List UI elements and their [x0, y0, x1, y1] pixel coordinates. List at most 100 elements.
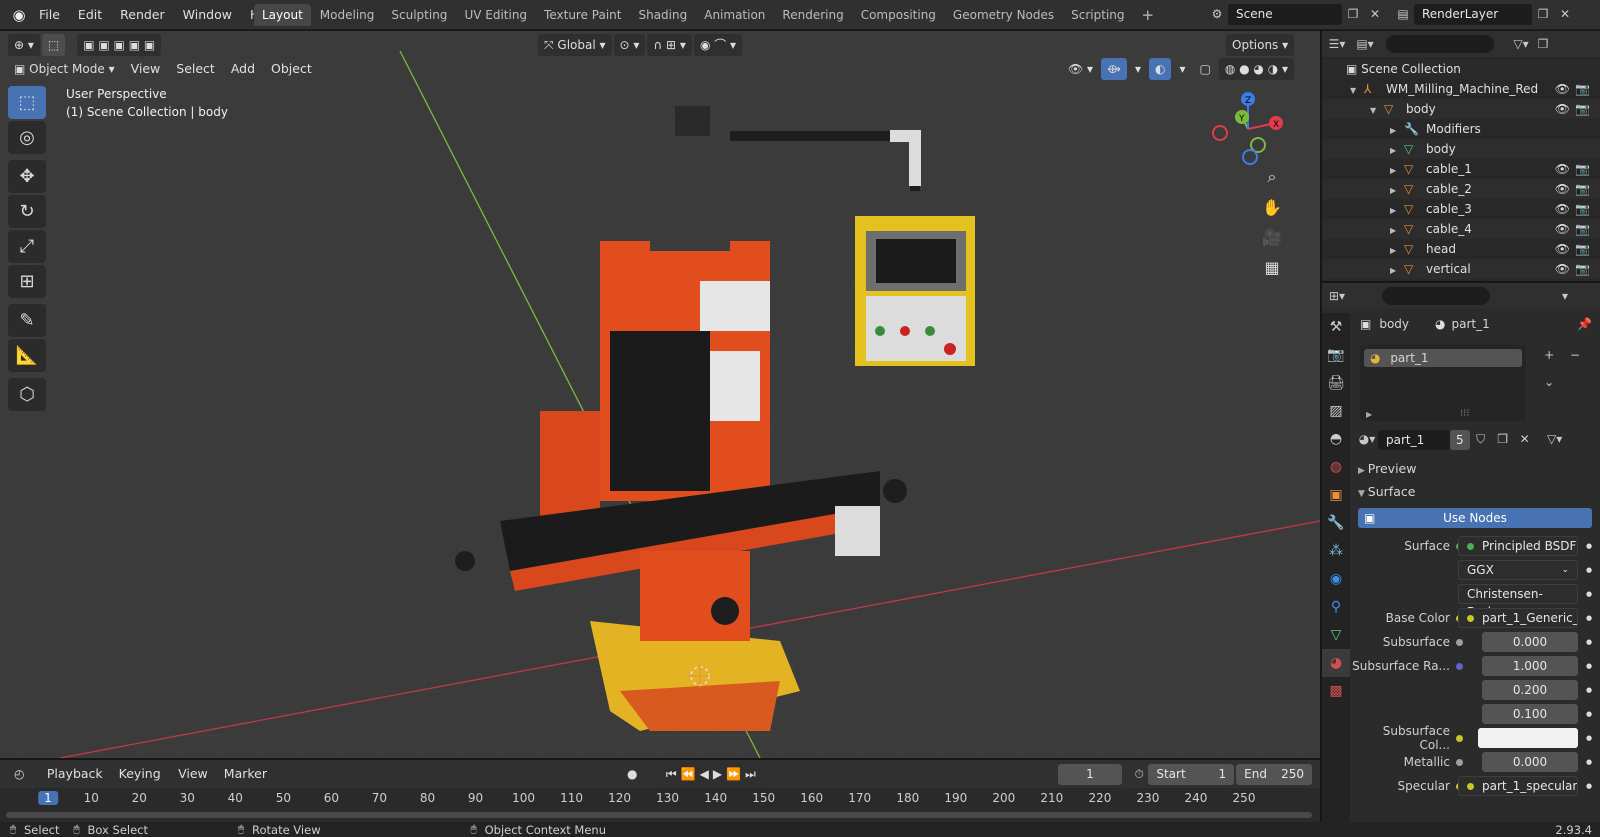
- blender-logo-icon[interactable]: ◉: [8, 6, 30, 24]
- outliner-item[interactable]: ▶ ▽ cable_2 👁 📷: [1322, 179, 1600, 199]
- mode-dropdown[interactable]: ▣ Object Mode ▾: [8, 58, 121, 80]
- render-camera-icon[interactable]: 📷: [1575, 179, 1590, 199]
- render-camera-icon[interactable]: 📷: [1575, 79, 1590, 99]
- animate-property-icon[interactable]: ●: [1586, 686, 1592, 694]
- outliner-item[interactable]: ▶ ▽ cable_4 👁 📷: [1322, 219, 1600, 239]
- tab-texture-paint[interactable]: Texture Paint: [536, 4, 629, 26]
- outliner-item[interactable]: ▶ ▽ head 👁 📷: [1322, 239, 1600, 259]
- menu-render[interactable]: Render: [111, 3, 174, 27]
- start-frame-field[interactable]: Start 1: [1148, 763, 1235, 785]
- tab-modeling[interactable]: Modeling: [312, 4, 383, 26]
- display-mode-icon[interactable]: ▤▾: [1354, 34, 1376, 55]
- navigation-gizmo[interactable]: X Y Z: [1210, 87, 1290, 167]
- scene-field[interactable]: Scene: [1228, 4, 1342, 25]
- render-camera-icon[interactable]: 📷: [1575, 259, 1590, 279]
- render-tab-icon[interactable]: 📷: [1322, 341, 1350, 369]
- expand-arrow-icon[interactable]: ▶: [1390, 261, 1404, 281]
- animate-property-icon[interactable]: ●: [1586, 782, 1592, 790]
- animate-property-icon[interactable]: ●: [1586, 758, 1592, 766]
- tool-tab-icon[interactable]: ⚒: [1322, 313, 1350, 341]
- add-workspace-icon[interactable]: +: [1134, 4, 1163, 26]
- output-tab-icon[interactable]: 🖨: [1322, 369, 1350, 397]
- expand-arrow-icon[interactable]: ▶: [1390, 121, 1404, 141]
- animate-property-icon[interactable]: ●: [1586, 590, 1592, 598]
- physics-tab-icon[interactable]: ◉: [1322, 565, 1350, 593]
- editor-type-icon[interactable]: ⊕ ▾: [8, 34, 40, 56]
- gizmo-neg-z[interactable]: [1242, 149, 1258, 165]
- socket-link-field[interactable]: Principled BSDF: [1458, 536, 1578, 556]
- material-name-field[interactable]: part_1: [1378, 429, 1450, 450]
- material-slot-item[interactable]: ◕ part_1: [1364, 349, 1523, 367]
- tab-compositing[interactable]: Compositing: [853, 4, 944, 26]
- tab-shading[interactable]: Shading: [630, 4, 695, 26]
- transform-orientation-dropdown[interactable]: ⤧ Global ▾: [538, 34, 612, 56]
- constraints-tab-icon[interactable]: ⚲: [1322, 593, 1350, 621]
- cursor-tool-icon[interactable]: ◎: [8, 121, 46, 154]
- overlays-toggle-icon[interactable]: ◐: [1149, 58, 1172, 80]
- material-users-count[interactable]: 5: [1450, 429, 1470, 450]
- expand-arrow-icon[interactable]: ▶: [1390, 161, 1404, 181]
- tab-rendering[interactable]: Rendering: [774, 4, 851, 26]
- scale-tool-icon[interactable]: ⤢: [8, 230, 46, 263]
- timeline-ruler[interactable]: 1 10 20 30 40 50 60 70 80 90 100 110 120 130 140 150 160…: [0, 788, 1320, 810]
- animate-property-icon[interactable]: ●: [1586, 638, 1592, 646]
- color-swatch[interactable]: [1478, 728, 1578, 748]
- socket-dot-icon[interactable]: [1455, 639, 1463, 646]
- animate-property-icon[interactable]: ●: [1586, 566, 1592, 574]
- visibility-eye-icon[interactable]: 👁: [1555, 179, 1570, 199]
- number-field[interactable]: 0.000: [1482, 632, 1578, 652]
- rotate-tool-icon[interactable]: ↻: [8, 195, 46, 228]
- selection-mode-icons[interactable]: ▣ ▣ ▣ ▣ ▣: [77, 34, 162, 56]
- render-camera-icon[interactable]: 📷: [1575, 199, 1590, 219]
- animate-property-icon[interactable]: ●: [1586, 710, 1592, 718]
- outliner-item[interactable]: ▶ 🔧 Modifiers: [1322, 119, 1600, 139]
- expand-arrow-icon[interactable]: ▶: [1390, 181, 1404, 201]
- modifier-tab-icon[interactable]: 🔧: [1322, 509, 1350, 537]
- outliner-item[interactable]: ▼ ▽ body 👁 📷: [1322, 99, 1600, 119]
- menu-file[interactable]: File: [30, 3, 69, 27]
- data-tab-icon[interactable]: ▽: [1322, 621, 1350, 649]
- expand-arrow-icon[interactable]: ▼: [1350, 81, 1364, 101]
- particles-tab-icon[interactable]: ⁂: [1322, 537, 1350, 565]
- visibility-eye-icon[interactable]: 👁: [1555, 199, 1570, 219]
- new-collection-icon[interactable]: ❐: [1532, 34, 1554, 55]
- visibility-icon[interactable]: 👁 ▾: [1062, 58, 1099, 80]
- properties-options-icon[interactable]: ▾: [1554, 286, 1576, 307]
- visibility-eye-icon[interactable]: 👁: [1555, 79, 1570, 99]
- scene-icon[interactable]: ⚙: [1206, 4, 1228, 25]
- fake-user-icon[interactable]: ⛉: [1470, 429, 1492, 450]
- menu-keying[interactable]: Keying ▾: [111, 763, 170, 803]
- properties-search-input[interactable]: [1382, 287, 1490, 305]
- expand-arrow-icon[interactable]: ▶: [1390, 141, 1404, 161]
- ortho-toggle-icon[interactable]: ▦: [1258, 253, 1286, 281]
- visibility-eye-icon[interactable]: 👁: [1555, 259, 1570, 279]
- tab-sculpting[interactable]: Sculpting: [383, 4, 455, 26]
- surface-section-header[interactable]: ▼ Surface: [1352, 480, 1600, 504]
- menu-playback[interactable]: Playback ▾: [39, 763, 111, 803]
- visibility-eye-icon[interactable]: 👁: [1555, 219, 1570, 239]
- number-field[interactable]: 0.200: [1482, 680, 1578, 700]
- visibility-eye-icon[interactable]: 👁: [1555, 99, 1570, 119]
- render-camera-icon[interactable]: 📷: [1575, 239, 1590, 259]
- preview-range-icon[interactable]: ⏱: [1130, 764, 1148, 785]
- socket-dot-icon[interactable]: [1455, 759, 1463, 766]
- pan-hand-icon[interactable]: ✋: [1258, 193, 1286, 221]
- snap-icon[interactable]: ∩ ⊞ ▾: [647, 34, 692, 56]
- view-layer-tab-icon[interactable]: ▨: [1322, 397, 1350, 425]
- number-field[interactable]: 0.000: [1482, 752, 1578, 772]
- remove-slot-icon[interactable]: −: [1564, 345, 1586, 366]
- outliner-item[interactable]: ▶ ▽ cable_1 👁 📷: [1322, 159, 1600, 179]
- expand-arrow-icon[interactable]: ▶: [1390, 241, 1404, 261]
- outliner-item[interactable]: ▶ ▽ vertical 👁 📷: [1322, 259, 1600, 279]
- animate-property-icon[interactable]: ●: [1586, 542, 1592, 550]
- select-box-tool-icon[interactable]: ⬚: [8, 86, 46, 119]
- delete-scene-icon[interactable]: ✕: [1364, 4, 1386, 25]
- expand-arrow-icon[interactable]: ▼: [1370, 101, 1384, 121]
- camera-view-icon[interactable]: 🎥: [1258, 223, 1286, 251]
- tab-geometry-nodes[interactable]: Geometry Nodes: [945, 4, 1062, 26]
- unlink-material-icon[interactable]: ✕: [1514, 429, 1536, 450]
- auto-keying-icon[interactable]: ● ▾: [621, 763, 650, 803]
- pivot-point-icon[interactable]: ⊙ ▾: [613, 34, 646, 56]
- add-slot-icon[interactable]: +: [1538, 345, 1560, 366]
- visibility-eye-icon[interactable]: 👁: [1555, 239, 1570, 259]
